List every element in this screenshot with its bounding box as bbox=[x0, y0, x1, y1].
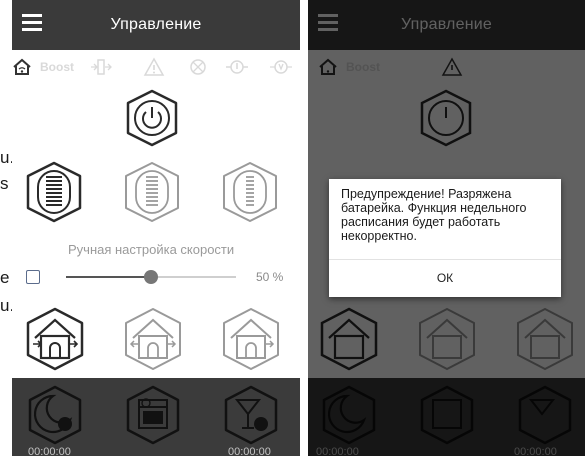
app-bar: Управление bbox=[12, 0, 300, 50]
speed-1-button[interactable] bbox=[220, 160, 280, 224]
night-mode-button[interactable] bbox=[26, 384, 84, 446]
background-text: e bbox=[0, 268, 10, 287]
app-screen-with-warning: Управление Boost bbox=[308, 0, 585, 456]
mode-supply-button[interactable] bbox=[220, 306, 282, 372]
schedule-calendar-button[interactable] bbox=[124, 384, 182, 446]
speed-slider[interactable] bbox=[66, 270, 236, 284]
app-title: Управление bbox=[110, 16, 202, 33]
airflow-icon bbox=[91, 59, 112, 75]
home-wifi-icon bbox=[13, 58, 31, 75]
humidity-icon bbox=[270, 60, 292, 74]
night-timer: 00:00:00 bbox=[28, 446, 71, 456]
manual-speed-label: Ручная настройка скорости bbox=[68, 242, 235, 257]
boost-indicator: Boost bbox=[40, 60, 74, 74]
filter-icon bbox=[226, 60, 248, 74]
manual-speed-checkbox[interactable] bbox=[26, 270, 40, 284]
mode-regeneration-button[interactable] bbox=[122, 306, 184, 372]
mode-ventilation-button[interactable] bbox=[24, 306, 86, 372]
speed-2-button[interactable] bbox=[122, 160, 182, 224]
speed-slider-fill bbox=[66, 276, 151, 278]
party-timer: 00:00:00 bbox=[228, 446, 271, 456]
background-text: s bbox=[0, 174, 9, 193]
app-screen-normal: Управление Boost Ручная настройка скорос… bbox=[12, 0, 300, 456]
speed-percent: 50 % bbox=[256, 270, 284, 284]
warning-icon bbox=[143, 57, 165, 76]
ok-button[interactable]: ОК bbox=[329, 259, 561, 297]
speed-slider-thumb[interactable] bbox=[144, 270, 158, 284]
battery-warning-dialog: Предупреждение! Разряжена батарейка. Фун… bbox=[329, 179, 561, 297]
party-mode-button[interactable] bbox=[222, 384, 280, 446]
fan-off-icon bbox=[190, 59, 206, 75]
power-button[interactable] bbox=[123, 88, 181, 148]
dialog-message: Предупреждение! Разряжена батарейка. Фун… bbox=[341, 187, 527, 243]
status-icons-row: Boost bbox=[12, 56, 300, 80]
speed-3-button[interactable] bbox=[24, 160, 84, 224]
